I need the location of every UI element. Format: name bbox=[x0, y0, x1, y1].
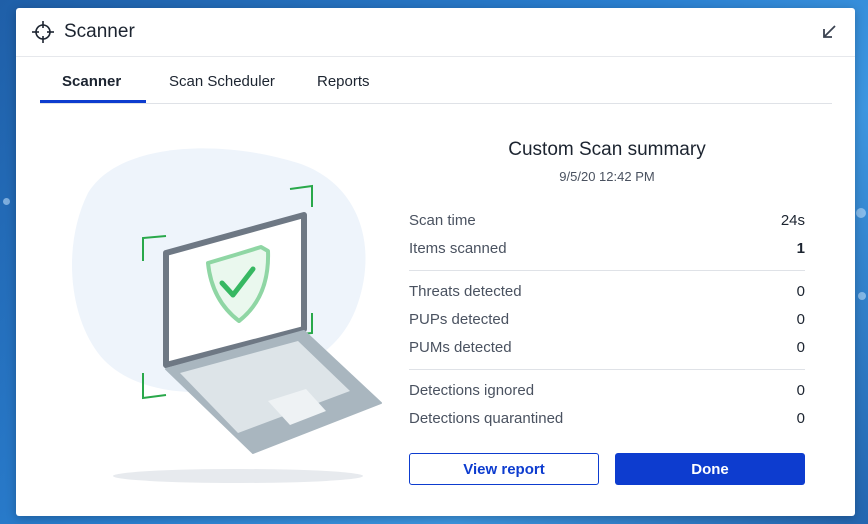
background-dot bbox=[858, 292, 866, 300]
stat-value: 0 bbox=[796, 311, 805, 328]
tab-scan-scheduler[interactable]: Scan Scheduler bbox=[169, 73, 275, 90]
scanner-window: Scanner Scanner Scan Scheduler Reports C… bbox=[16, 8, 855, 516]
stat-label: Scan time bbox=[409, 212, 476, 229]
stat-value: 1 bbox=[796, 240, 805, 257]
stat-value: 0 bbox=[796, 283, 805, 300]
summary-date: 9/5/20 12:42 PM bbox=[559, 169, 655, 184]
stat-label: Items scanned bbox=[409, 240, 507, 257]
stat-row-threats-detected: Threats detected 0 bbox=[409, 283, 805, 305]
stat-row-scan-time: Scan time 24s bbox=[409, 212, 805, 234]
stat-row-pups-detected: PUPs detected 0 bbox=[409, 311, 805, 333]
stat-row-pums-detected: PUMs detected 0 bbox=[409, 339, 805, 361]
stat-label: Threats detected bbox=[409, 283, 522, 300]
stat-row-detections-quarantined: Detections quarantined 0 bbox=[409, 410, 805, 432]
tab-bar: Scanner Scan Scheduler Reports bbox=[40, 56, 832, 104]
stat-value: 24s bbox=[780, 212, 805, 229]
tab-reports[interactable]: Reports bbox=[317, 73, 370, 90]
stat-value: 0 bbox=[796, 410, 805, 427]
view-report-button[interactable]: View report bbox=[409, 453, 599, 485]
stat-label: PUMs detected bbox=[409, 339, 512, 356]
window-title: Scanner bbox=[64, 21, 135, 42]
stat-value: 0 bbox=[796, 382, 805, 399]
crosshair-icon bbox=[32, 21, 54, 43]
active-tab-indicator bbox=[40, 100, 146, 103]
stat-row-items-scanned: Items scanned 1 bbox=[409, 240, 805, 262]
arrow-down-left-icon bbox=[823, 25, 836, 38]
done-button[interactable]: Done bbox=[615, 453, 805, 485]
divider bbox=[409, 270, 805, 271]
tab-scanner[interactable]: Scanner bbox=[62, 73, 121, 90]
laptop-shield-illustration bbox=[71, 148, 382, 483]
summary-title: Custom Scan summary bbox=[508, 139, 706, 160]
stat-value: 0 bbox=[796, 339, 805, 356]
stat-label: Detections ignored bbox=[409, 382, 535, 399]
background-dot bbox=[856, 208, 866, 218]
title-bar: Scanner bbox=[16, 8, 855, 57]
minimize-button[interactable] bbox=[817, 20, 841, 44]
stat-label: Detections quarantined bbox=[409, 410, 564, 427]
stat-row-detections-ignored: Detections ignored 0 bbox=[409, 382, 805, 404]
stat-label: PUPs detected bbox=[409, 311, 510, 328]
divider bbox=[409, 369, 805, 370]
background-dot bbox=[3, 198, 10, 205]
